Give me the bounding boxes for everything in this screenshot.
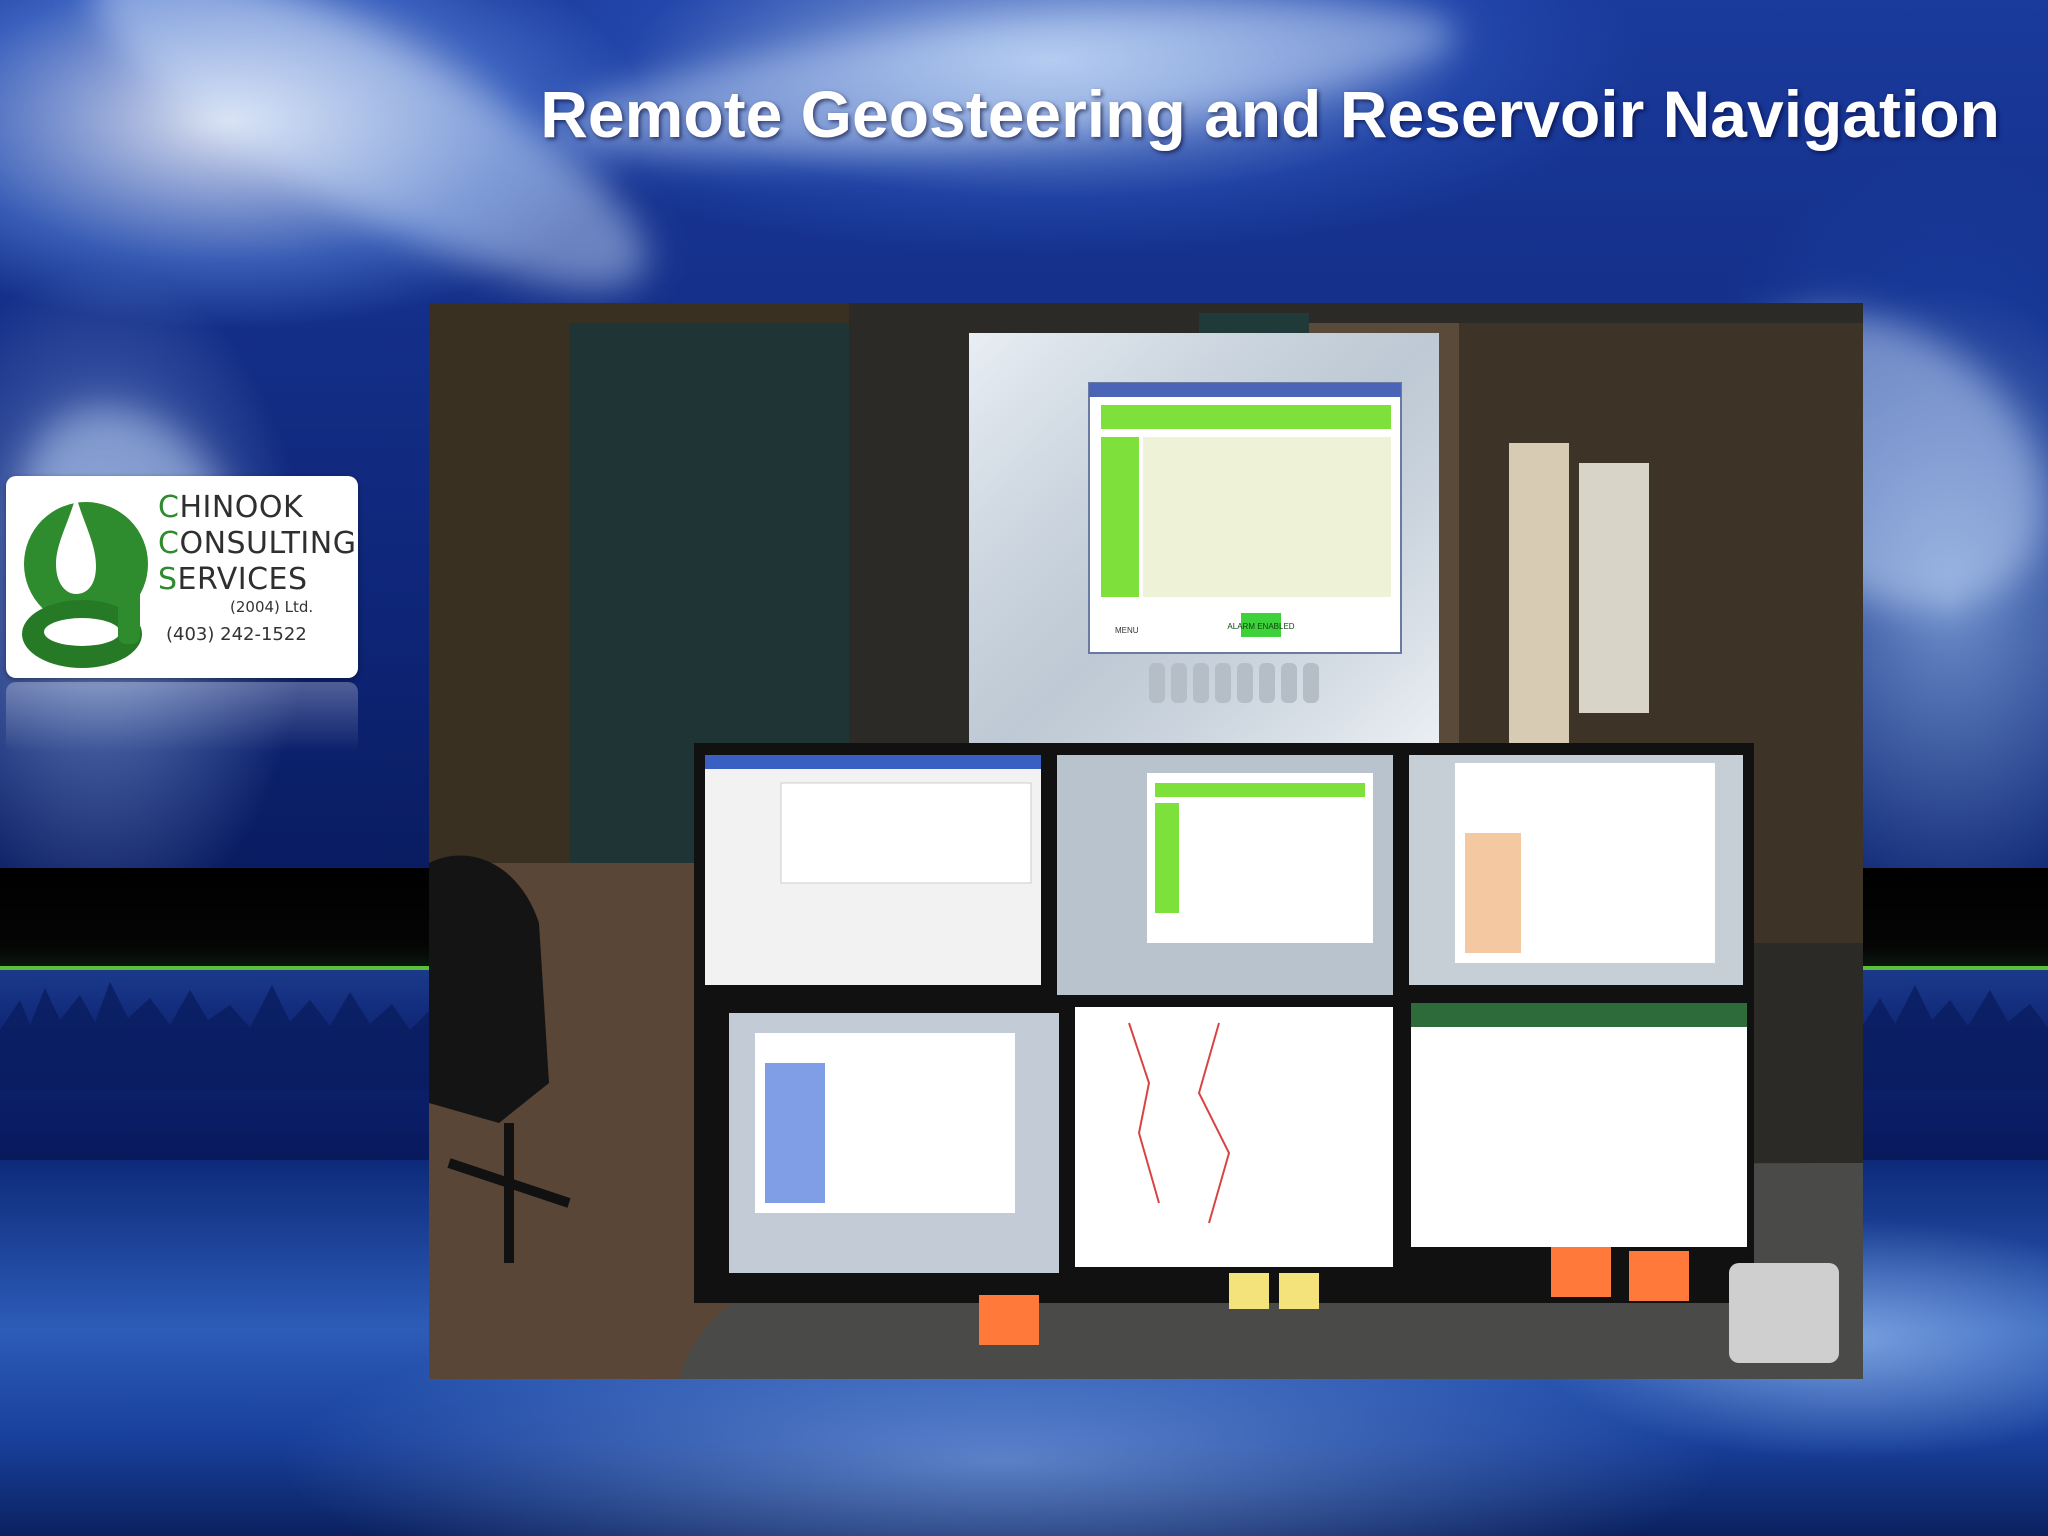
operations-room-illustration: ALARM ENABLED MENU	[429, 303, 1863, 1379]
logo-initial: S	[158, 562, 178, 597]
slide-title: Remote Geosteering and Reservoir Navigat…	[540, 77, 2000, 151]
company-logo: CHINOOK CONSULTING SERVICES (2004) Ltd. …	[6, 476, 358, 678]
droplet-g-logo-icon	[22, 496, 148, 668]
logo-word: ERVICES	[177, 562, 308, 597]
projector-menu-label: MENU	[1115, 626, 1139, 635]
logo-phone: (403) 242-1522	[166, 624, 307, 645]
logo-reflection	[6, 682, 358, 752]
logo-suffix: (2004) Ltd.	[230, 598, 314, 616]
projector-alarm-label: ALARM ENABLED	[1227, 622, 1294, 631]
light-streak	[56, 0, 684, 346]
logo-initial: C	[158, 490, 180, 525]
logo-company-name: CHINOOK CONSULTING SERVICES	[158, 490, 356, 598]
logo-word: HINOOK	[179, 490, 304, 525]
operations-room-photo: ALARM ENABLED MENU	[429, 303, 1863, 1379]
logo-initial: C	[158, 526, 180, 561]
logo-word: ONSULTING	[179, 526, 357, 561]
